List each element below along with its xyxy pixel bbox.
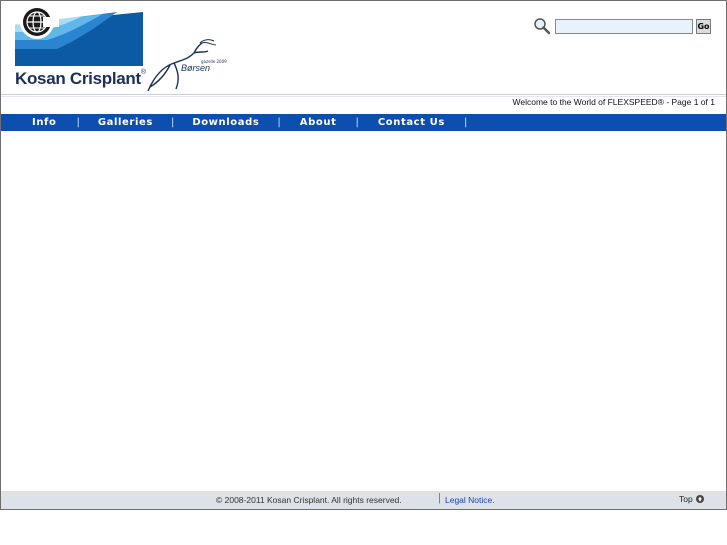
brand-name: Kosan Crisplant® xyxy=(15,69,146,88)
top-link[interactable]: Top xyxy=(679,494,704,504)
nav-separator: | xyxy=(170,117,175,128)
footer: © 2008-2011 Kosan Crisplant. All rights … xyxy=(1,491,726,509)
welcome-text: Welcome to the World of FLEXSPEED® - Pag… xyxy=(512,97,716,107)
footer-separator: | xyxy=(438,492,441,504)
award-name: Børsen xyxy=(181,63,211,73)
nav-separator: | xyxy=(463,117,468,128)
nav-separator: | xyxy=(76,117,80,128)
main-content xyxy=(1,131,726,491)
legal-notice-link[interactable]: Legal Notice. xyxy=(445,495,495,505)
page-frame: Kosan Crisplant® gazelle 2009 Børsen Go … xyxy=(0,0,727,510)
header-divider xyxy=(1,94,726,95)
nav-item-info[interactable]: Info xyxy=(32,117,56,128)
nav-separator: | xyxy=(277,117,281,128)
go-button[interactable]: Go xyxy=(696,18,711,34)
top-label: Top xyxy=(679,494,693,504)
magnifier-icon xyxy=(534,18,551,35)
nav-separator: | xyxy=(355,117,359,128)
search-bar: Go xyxy=(533,17,711,35)
nav-item-about[interactable]: About xyxy=(300,117,337,128)
main-nav: Info | Galleries | Downloads | About | C… xyxy=(1,114,726,131)
copyright-text: © 2008-2011 Kosan Crisplant. All rights … xyxy=(216,495,402,505)
nav-item-downloads[interactable]: Downloads xyxy=(192,117,259,128)
arrow-up-circle-icon xyxy=(695,495,704,503)
search-input[interactable] xyxy=(555,18,693,34)
nav-item-contact-us[interactable]: Contact Us xyxy=(378,117,445,128)
nav-item-galleries[interactable]: Galleries xyxy=(98,117,153,128)
